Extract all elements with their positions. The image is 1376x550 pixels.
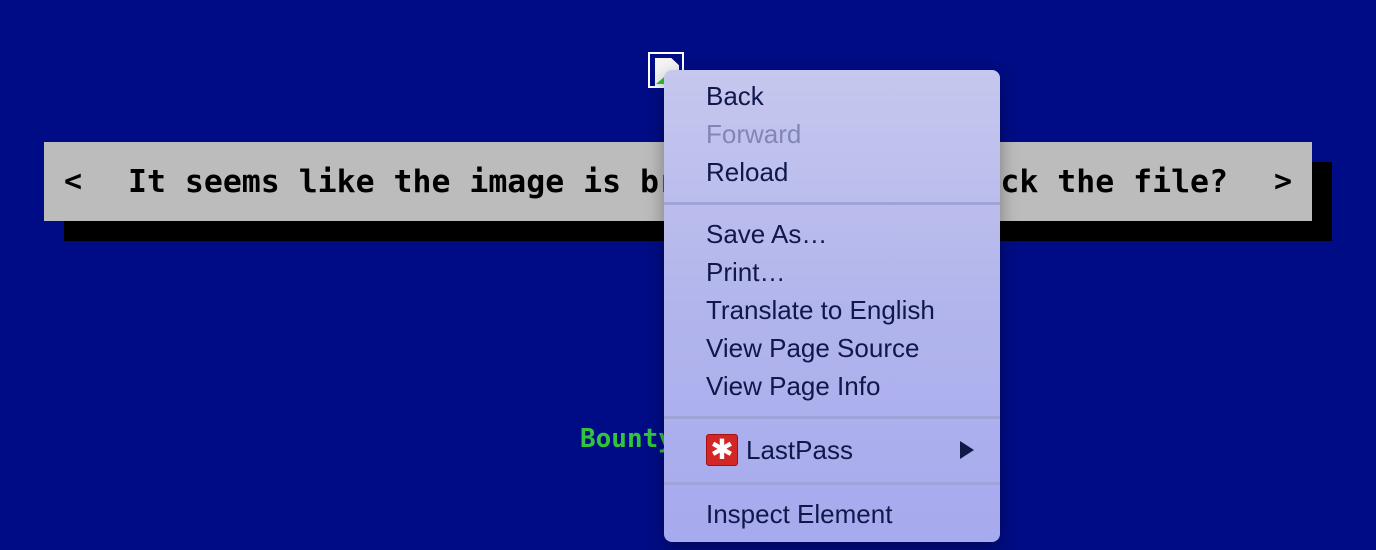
banner-right-arrow: > (1273, 164, 1292, 199)
menu-item-save-as[interactable]: Save As… (664, 215, 1000, 253)
context-menu: Back Forward Reload Save As… Print… Tran… (664, 70, 1000, 542)
menu-separator (664, 482, 1000, 485)
bounty-text: Bounty (580, 424, 674, 454)
menu-item-translate[interactable]: Translate to English (664, 291, 1000, 329)
menu-item-view-page-source[interactable]: View Page Source (664, 329, 1000, 367)
menu-item-back[interactable]: Back (664, 77, 1000, 115)
banner-left-arrow: < (64, 164, 83, 199)
menu-item-lastpass[interactable]: ✱ LastPass (664, 431, 1000, 469)
menu-item-print[interactable]: Print… (664, 253, 1000, 291)
menu-item-reload[interactable]: Reload (664, 153, 1000, 191)
submenu-arrow-icon (960, 441, 974, 459)
menu-separator (664, 416, 1000, 419)
menu-separator (664, 202, 1000, 205)
menu-item-inspect-element[interactable]: Inspect Element (664, 495, 1000, 533)
menu-item-view-page-info[interactable]: View Page Info (664, 367, 1000, 405)
menu-item-lastpass-label: LastPass (746, 434, 853, 465)
lastpass-icon: ✱ (706, 434, 738, 466)
menu-item-forward: Forward (706, 118, 802, 149)
